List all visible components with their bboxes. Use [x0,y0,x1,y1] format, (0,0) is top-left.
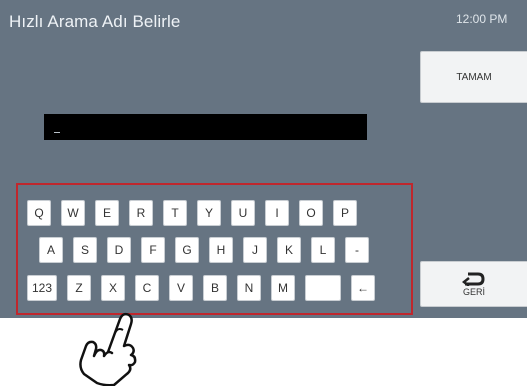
back-button[interactable]: GERİ [420,261,527,307]
ok-button-label: TAMAM [456,71,492,83]
return-arrow-icon [462,272,485,286]
key-m[interactable]: M [271,275,295,301]
key-l[interactable]: L [311,237,335,263]
key-t[interactable]: T [163,200,187,226]
key-backspace[interactable]: ← [351,275,375,301]
key-z[interactable]: Z [67,275,91,301]
key-e[interactable]: E [95,200,119,226]
key-x[interactable]: X [101,275,125,301]
clock: 12:00 PM [456,12,508,26]
key-d[interactable]: D [107,237,131,263]
key-space[interactable] [305,275,341,301]
keyboard-highlight-frame: Q W E R T Y U I O P A S D F G H J K L - 123 Z X C V B N M ← [16,183,413,315]
key-j[interactable]: J [243,237,267,263]
ok-button[interactable]: TAMAM [420,51,527,103]
key-s[interactable]: S [73,237,97,263]
key-g[interactable]: G [175,237,199,263]
key-r[interactable]: R [129,200,153,226]
key-p[interactable]: P [333,200,357,226]
text-cursor [54,132,60,133]
key-n[interactable]: N [237,275,261,301]
key-v[interactable]: V [169,275,193,301]
key-o[interactable]: O [299,200,323,226]
key-w[interactable]: W [61,200,85,226]
pointing-hand-icon [79,312,137,386]
key-h[interactable]: H [209,237,233,263]
key-123[interactable]: 123 [27,275,57,301]
key-b[interactable]: B [203,275,227,301]
back-button-label: GERİ [462,286,485,297]
key-f[interactable]: F [141,237,165,263]
key-u[interactable]: U [231,200,255,226]
key-y[interactable]: Y [197,200,221,226]
key-c[interactable]: C [135,275,159,301]
page-title: Hızlı Arama Adı Belirle [9,12,181,31]
key-k[interactable]: K [277,237,301,263]
key-q[interactable]: Q [27,200,51,226]
name-input-field[interactable] [44,114,367,140]
key--[interactable]: - [345,237,369,263]
key-a[interactable]: A [39,237,63,263]
key-i[interactable]: I [265,200,289,226]
